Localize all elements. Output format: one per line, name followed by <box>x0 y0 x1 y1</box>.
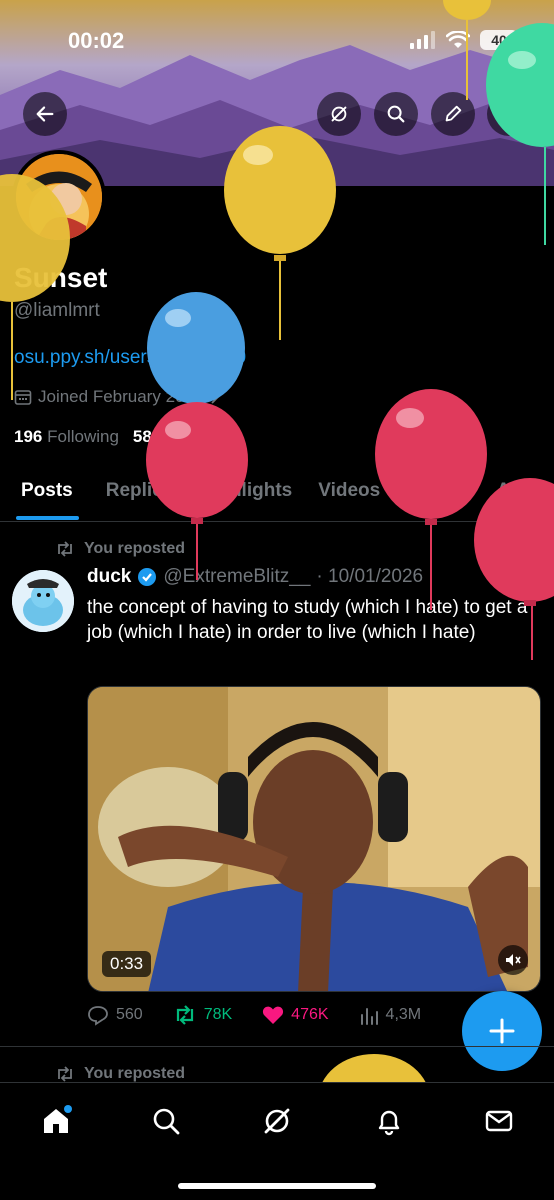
profile-avatar[interactable] <box>12 150 106 244</box>
verified-badge-icon <box>138 568 157 586</box>
profile-display-name: Sunset <box>14 262 108 293</box>
x-logo-icon: 𝕏 <box>517 566 535 591</box>
heart-icon <box>263 1006 284 1024</box>
tab-videos[interactable]: Videos <box>305 470 393 521</box>
joined-text: Joined February 2022 <box>38 387 204 406</box>
grok-icon <box>331 106 347 122</box>
profile-tabs: Posts Replies Highlights Videos Photos A… <box>0 470 554 522</box>
views-icon <box>360 1008 378 1025</box>
post-author-handle[interactable]: @ExtremeBlitz__ <box>163 566 310 588</box>
home-icon <box>44 1105 72 1133</box>
like-count: 476K <box>291 1006 329 1023</box>
reply-icon <box>88 1006 108 1026</box>
plus-icon <box>489 1018 515 1044</box>
mute-button[interactable] <box>498 945 528 975</box>
repost-label: You reposted <box>84 540 186 557</box>
tab-photos[interactable]: Photos <box>393 470 483 521</box>
tab-highlights[interactable]: Highlights <box>186 470 305 521</box>
grok-button[interactable] <box>317 92 361 136</box>
nav-home[interactable] <box>36 1101 76 1141</box>
video-duration: 0:33 <box>102 951 152 977</box>
search-icon <box>153 1108 180 1135</box>
post-video[interactable]: 0:33 <box>87 686 541 992</box>
bell-icon <box>378 1110 400 1136</box>
wifi-icon <box>446 31 470 48</box>
next-repost-indicator: You reposted <box>55 1065 185 1083</box>
repost-count: 78K <box>203 1006 233 1023</box>
following-stat[interactable]: 196 Following <box>14 427 119 447</box>
share-icon <box>501 105 517 123</box>
status-bar: 00:02 40 <box>0 0 554 80</box>
next-repost-label: You reposted <box>84 1065 186 1082</box>
repost-indicator: You reposted <box>55 540 185 558</box>
repost-icon <box>176 1005 193 1025</box>
home-indicator <box>178 1183 376 1189</box>
post-date: · 10/01/2026 <box>316 566 424 587</box>
share-button[interactable] <box>487 92 531 136</box>
repost-icon <box>58 1066 72 1082</box>
nav-grok[interactable] <box>257 1101 297 1141</box>
profile-website-link[interactable]: osu.ppy.sh/users/18496120 <box>14 347 246 369</box>
profile-joined-date[interactable]: Joined February 2022 <box>14 387 221 407</box>
signal-icon <box>410 31 435 49</box>
view-count: 4,3M <box>385 1006 422 1023</box>
mail-icon <box>485 1110 513 1132</box>
tab-articles[interactable]: Art <box>484 470 537 521</box>
back-button[interactable] <box>23 92 67 136</box>
post-divider <box>0 1046 554 1047</box>
grok-icon <box>264 1108 290 1134</box>
status-time: 00:02 <box>68 28 125 53</box>
followers-count: 58 <box>132 427 152 446</box>
nav-notifications[interactable] <box>369 1101 409 1141</box>
like-action[interactable]: 476K <box>262 1004 329 1026</box>
search-icon <box>387 105 405 123</box>
reply-action[interactable]: 560 <box>87 1004 143 1026</box>
chevron-right-icon <box>211 390 220 404</box>
nav-messages[interactable] <box>479 1101 519 1141</box>
followers-label: Followers <box>156 427 230 446</box>
following-label: Following <box>47 427 119 446</box>
edit-profile-button[interactable] <box>431 92 475 136</box>
compose-button[interactable] <box>462 991 542 1071</box>
tab-replies[interactable]: Replies <box>93 470 187 521</box>
calendar-icon <box>14 390 32 405</box>
mute-icon <box>506 954 521 966</box>
profile-handle: @liamlmrt <box>14 300 100 321</box>
battery-indicator: 40 <box>480 30 518 50</box>
post-text: the concept of having to study (which I … <box>87 597 528 643</box>
balloon-blue <box>147 292 245 480</box>
nav-search[interactable] <box>146 1101 186 1141</box>
repost-icon <box>58 541 72 557</box>
reply-count: 560 <box>116 1006 143 1023</box>
repost-action[interactable]: 78K <box>173 1004 232 1026</box>
arrow-left-icon <box>36 106 54 122</box>
status-icons: 40 <box>410 30 518 50</box>
tab-posts[interactable]: Posts <box>0 470 93 521</box>
post-header: duck @ExtremeBlitz__ · 10/01/2026 <box>87 566 423 588</box>
following-count: 196 <box>14 427 43 446</box>
followers-stat[interactable]: 58 Followers <box>133 427 229 447</box>
pencil-icon <box>445 105 462 122</box>
views-action[interactable]: 4,3M <box>359 1004 422 1026</box>
post-author-avatar[interactable] <box>12 570 74 632</box>
post-actions: 560 78K 476K 4,3M <box>87 1004 447 1026</box>
search-profile-button[interactable] <box>374 92 418 136</box>
follow-stats: 196 Following 58 Followers <box>14 427 229 447</box>
post-author-name[interactable]: duck <box>87 566 131 588</box>
